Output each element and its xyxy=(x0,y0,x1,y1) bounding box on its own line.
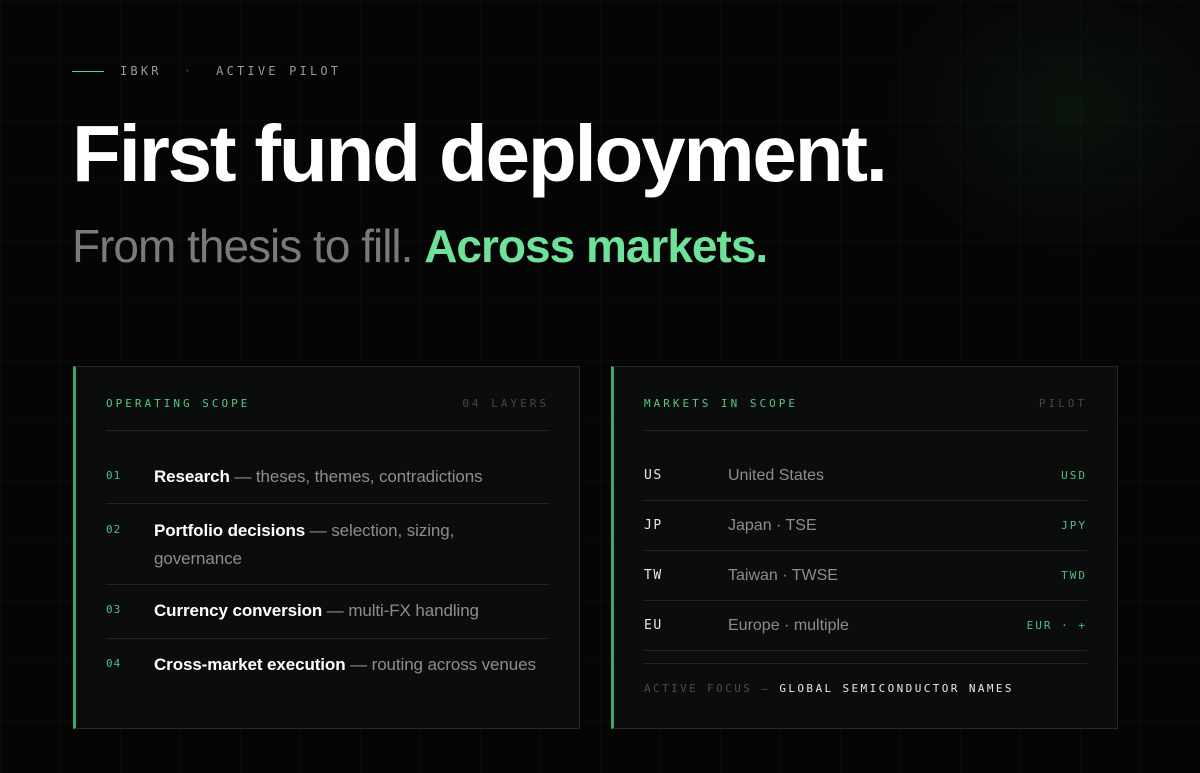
eyebrow-rule xyxy=(72,70,104,72)
market-row: US United States USD xyxy=(644,451,1087,501)
market-currency: EUR · + xyxy=(1026,619,1087,632)
market-code: JP xyxy=(644,518,663,533)
eyebrow-status: ACTIVE PILOT xyxy=(216,64,342,78)
market-code: TW xyxy=(644,568,663,583)
scope-item-desc: — routing across venues xyxy=(350,655,536,674)
scope-item-label: Currency conversion xyxy=(154,601,323,620)
market-row: JP Japan · TSE JPY xyxy=(644,501,1087,551)
operating-scope-title: OPERATING SCOPE xyxy=(106,397,251,410)
market-code: EU xyxy=(644,618,663,633)
scope-item-number: 02 xyxy=(106,523,122,536)
scope-item-label: Cross-market execution xyxy=(154,655,346,674)
active-focus-value: GLOBAL SEMICONDUCTOR NAMES xyxy=(779,682,1014,695)
eyebrow: IBKR · ACTIVE PILOT xyxy=(72,64,341,78)
market-name: Japan · TSE xyxy=(728,516,817,534)
subhead-muted: From thesis to fill. xyxy=(72,220,413,272)
scope-item-text: Portfolio decisions — selection, sizing,… xyxy=(154,517,484,573)
operating-scope-card: OPERATING SCOPE 04 LAYERS 01 Research — … xyxy=(73,366,580,729)
scope-item-desc: — theses, themes, contradictions xyxy=(234,467,483,486)
operating-scope-meta: 04 LAYERS xyxy=(462,397,549,410)
active-focus: ACTIVE FOCUS — GLOBAL SEMICONDUCTOR NAME… xyxy=(644,663,1087,695)
scope-item: 01 Research — theses, themes, contradict… xyxy=(106,447,549,504)
background-glow xyxy=(880,0,1200,260)
scope-item: 02 Portfolio decisions — selection, sizi… xyxy=(106,504,549,585)
active-focus-label: ACTIVE FOCUS — xyxy=(644,682,771,695)
market-code: US xyxy=(644,468,663,483)
eyebrow-separator: · xyxy=(183,64,195,78)
scope-item-label: Portfolio decisions xyxy=(154,521,306,540)
scope-item-number: 03 xyxy=(106,603,122,616)
market-name: United States xyxy=(728,466,825,484)
scope-item-number: 04 xyxy=(106,657,122,670)
scope-item-number: 01 xyxy=(106,469,122,482)
market-currency: JPY xyxy=(1061,519,1087,532)
scope-item: 03 Currency conversion — multi-FX handli… xyxy=(106,585,549,639)
market-name: Europe · multiple xyxy=(728,616,849,634)
market-name: Taiwan · TWSE xyxy=(728,566,838,584)
markets-header: MARKETS IN SCOPE PILOT xyxy=(644,397,1087,431)
subhead: From thesis to fill. Across markets. xyxy=(72,218,768,274)
subhead-accent: Across markets. xyxy=(424,220,768,272)
scope-item: 04 Cross-market execution — routing acro… xyxy=(106,639,549,691)
scope-item-text: Research — theses, themes, contradiction… xyxy=(154,463,483,491)
markets-meta: PILOT xyxy=(1038,397,1087,410)
markets-card: MARKETS IN SCOPE PILOT US United States … xyxy=(611,366,1118,729)
market-currency: USD xyxy=(1061,469,1087,482)
operating-scope-list: 01 Research — theses, themes, contradict… xyxy=(106,447,549,691)
market-currency: TWD xyxy=(1061,569,1087,582)
scope-item-desc: — multi-FX handling xyxy=(326,601,479,620)
headline: First fund deployment. xyxy=(72,109,888,198)
markets-title: MARKETS IN SCOPE xyxy=(644,397,798,410)
eyebrow-broker: IBKR xyxy=(120,64,162,78)
scope-item-label: Research xyxy=(154,467,230,486)
market-row: TW Taiwan · TWSE TWD xyxy=(644,551,1087,601)
markets-list: US United States USD JP Japan · TSE JPY … xyxy=(644,451,1087,651)
scope-item-text: Cross-market execution — routing across … xyxy=(154,651,536,679)
scope-item-text: Currency conversion — multi-FX handling xyxy=(154,597,479,625)
market-row: EU Europe · multiple EUR · + xyxy=(644,601,1087,651)
operating-scope-header: OPERATING SCOPE 04 LAYERS xyxy=(106,397,549,431)
